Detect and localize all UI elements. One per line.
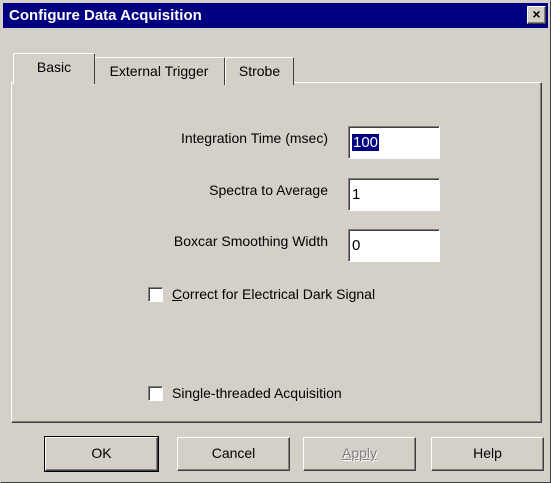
spectra-to-average-input[interactable]: 1 — [348, 178, 440, 211]
integration-time-input[interactable]: 100 — [348, 126, 440, 159]
close-icon: × — [532, 6, 541, 22]
tab-external-trigger[interactable]: External Trigger — [93, 57, 225, 85]
boxcar-smoothing-width-input[interactable]: 0 — [348, 229, 440, 262]
cancel-button[interactable]: Cancel — [177, 437, 290, 471]
spectra-to-average-value: 1 — [352, 186, 361, 203]
configure-data-acquisition-dialog: Configure Data Acquisition × Basic Exter… — [0, 0, 551, 483]
correct-dark-signal-label: Correct for Electrical Dark Signal — [172, 286, 375, 302]
correct-dark-signal-checkbox[interactable] — [148, 287, 163, 302]
integration-time-value: 100 — [352, 134, 380, 151]
ok-button[interactable]: OK — [44, 436, 159, 472]
spectra-to-average-label: Spectra to Average — [209, 182, 328, 198]
ok-button-label: OK — [91, 445, 112, 461]
tab-external-trigger-label: External Trigger — [109, 63, 209, 79]
boxcar-smoothing-width-label: Boxcar Smoothing Width — [173, 233, 328, 249]
tab-basic-label: Basic — [36, 59, 72, 75]
apply-button[interactable]: Apply — [303, 437, 416, 471]
tab-strobe[interactable]: Strobe — [225, 57, 294, 85]
help-button[interactable]: Help — [431, 437, 544, 471]
correct-dark-signal-label-rest: orrect for Electrical Dark Signal — [182, 286, 376, 302]
single-threaded-checkbox[interactable] — [148, 386, 163, 401]
single-threaded-label: Single-threaded Acquisition — [172, 385, 342, 401]
tab-strobe-label: Strobe — [238, 63, 281, 79]
correct-dark-signal-mnemonic: C — [172, 286, 183, 302]
window-title: Configure Data Acquisition — [9, 7, 202, 24]
help-button-label: Help — [473, 445, 502, 461]
boxcar-smoothing-width-value: 0 — [352, 237, 361, 254]
integration-time-label: Integration Time (msec) — [180, 130, 328, 146]
cancel-button-label: Cancel — [211, 445, 256, 461]
apply-button-label: Apply — [341, 445, 378, 461]
title-bar[interactable]: Configure Data Acquisition × — [3, 3, 548, 28]
close-button[interactable]: × — [527, 6, 546, 24]
tab-basic[interactable]: Basic — [13, 53, 95, 84]
